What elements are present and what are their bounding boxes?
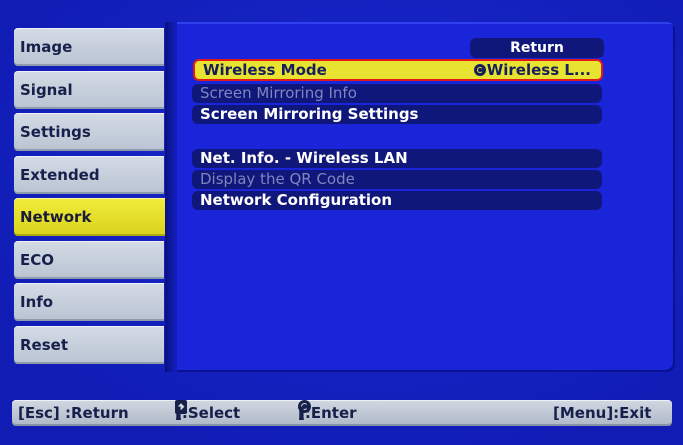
menu-exit-hint: [Menu]:Exit	[553, 404, 652, 422]
enter-icon	[473, 64, 486, 76]
menu-item-screen-mirroring-settings[interactable]: Screen Mirroring Settings	[192, 105, 602, 124]
tab-eco[interactable]: ECO	[14, 240, 164, 279]
tab-settings[interactable]: Settings	[14, 113, 164, 151]
menu-tabs: Image Signal Settings Extended Network E…	[14, 28, 178, 368]
tab-network[interactable]: Network	[14, 198, 178, 236]
tab-info[interactable]: Info	[14, 283, 164, 321]
tab-reset[interactable]: Reset	[14, 325, 164, 364]
panel-divider	[165, 22, 177, 372]
tab-image[interactable]: Image	[14, 28, 164, 66]
menu-item-screen-mirroring-info: Screen Mirroring Info	[192, 84, 602, 103]
esc-return-hint: [Esc] :Return	[18, 404, 129, 422]
return-button[interactable]: Return	[470, 38, 604, 58]
wireless-mode-value: Wireless L...	[473, 61, 591, 79]
menu-item-wireless-mode[interactable]: Wireless Mode Wireless L...	[193, 59, 603, 81]
enter-hint-text: ]:Enter	[298, 404, 357, 422]
menu-item-display-qr-code: Display the QR Code	[192, 170, 602, 189]
projector-menu-screen: Image Signal Settings Extended Network E…	[0, 0, 683, 445]
select-hint-text: ]:Select	[175, 404, 241, 422]
tab-extended[interactable]: Extended	[14, 155, 164, 194]
menu-item-label: Wireless Mode	[203, 61, 327, 79]
menu-item-network-configuration[interactable]: Network Configuration	[192, 191, 602, 210]
tab-signal[interactable]: Signal	[14, 70, 164, 109]
wireless-mode-value-text: Wireless L...	[486, 61, 591, 79]
menu-item-net-info-wireless-lan[interactable]: Net. Info. - Wireless LAN	[192, 149, 602, 168]
key-hint-bar: [Esc] :Return [◆]:Select []:Enter [Menu]…	[12, 400, 672, 426]
